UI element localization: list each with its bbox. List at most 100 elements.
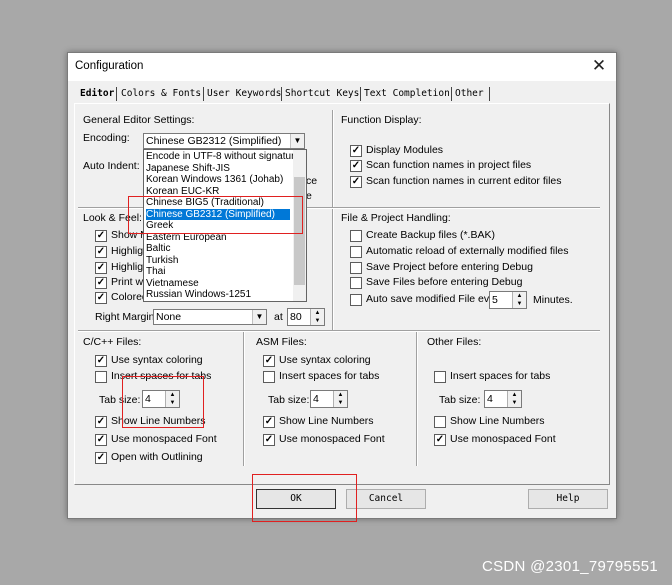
other-line-numbers-checkbox[interactable]: [434, 416, 446, 428]
auto-reload-checkbox[interactable]: [350, 246, 362, 258]
auto-save-label: Auto save modified File every: [366, 293, 504, 305]
encoding-option[interactable]: Russian Windows-1251: [146, 289, 290, 301]
asm-spaces-checkbox[interactable]: [263, 371, 275, 383]
create-backup-label: Create Backup files (*.BAK): [366, 229, 495, 241]
look-feel-checkbox[interactable]: [95, 262, 107, 274]
tab-other[interactable]: Other: [453, 86, 486, 102]
dialog-title: Configuration: [75, 60, 144, 72]
auto-save-spinner[interactable]: 5 ▲ ▼: [489, 291, 527, 309]
encoding-option[interactable]: Japanese Shift-JIS: [146, 163, 290, 175]
cpp-outlining-checkbox[interactable]: [95, 452, 107, 464]
cpp-mono-checkbox[interactable]: [95, 434, 107, 446]
asm-line-numbers-label: Show Line Numbers: [279, 415, 374, 427]
scan-project-label: Scan function names in project files: [366, 159, 532, 171]
asm-tab-size-label: Tab size:: [268, 394, 310, 406]
spinner-buttons[interactable]: ▲ ▼: [512, 292, 526, 308]
asm-syntax-label: Use syntax coloring: [279, 354, 371, 366]
divider: [78, 330, 600, 332]
auto-indent-label: Auto Indent:: [83, 160, 140, 172]
asm-files-heading: ASM Files:: [256, 336, 307, 348]
function-display-heading: Function Display:: [341, 114, 422, 126]
right-margin-select[interactable]: None ▼: [153, 309, 267, 325]
divider: [332, 110, 334, 330]
minutes-label: Minutes.: [533, 294, 573, 306]
look-feel-checkbox[interactable]: [95, 277, 107, 289]
cpp-files-heading: C/C++ Files:: [83, 336, 142, 348]
auto-save-checkbox[interactable]: [350, 294, 362, 306]
encoding-option[interactable]: Turkish: [146, 255, 290, 267]
save-files-label: Save Files before entering Debug: [366, 276, 523, 288]
encoding-option[interactable]: Baltic: [146, 243, 290, 255]
tab-text-completion[interactable]: Text Completion: [362, 86, 452, 102]
spinner-buttons[interactable]: ▲ ▼: [310, 309, 324, 325]
spinner-buttons[interactable]: ▲ ▼: [507, 391, 521, 407]
asm-mono-label: Use monospaced Font: [279, 433, 385, 445]
scan-editor-label: Scan function names in current editor fi…: [366, 175, 562, 187]
encoding-option[interactable]: Korean Windows 1361 (Johab): [146, 174, 290, 186]
save-files-checkbox[interactable]: [350, 277, 362, 289]
asm-line-numbers-checkbox[interactable]: [263, 416, 275, 428]
tab-colors-fonts[interactable]: Colors & Fonts: [119, 86, 203, 102]
encoding-option[interactable]: Thai: [146, 266, 290, 278]
asm-spaces-label: Insert spaces for tabs: [279, 370, 380, 382]
cpp-outlining-label: Open with Outlining: [111, 451, 203, 463]
margin-column-value[interactable]: 80: [290, 310, 302, 324]
down-arrow-icon[interactable]: ▼: [513, 300, 526, 308]
spinner-buttons[interactable]: ▲ ▼: [333, 391, 347, 407]
encoding-select[interactable]: Chinese GB2312 (Simplified) ▼: [143, 133, 305, 149]
cpp-spaces-checkbox[interactable]: [95, 371, 107, 383]
create-backup-checkbox[interactable]: [350, 230, 362, 242]
encoding-option[interactable]: Encode in UTF-8 without signature: [146, 151, 300, 163]
help-button[interactable]: Help: [528, 489, 608, 509]
encoding-option[interactable]: Vietnamese: [146, 278, 290, 290]
cpp-line-numbers-checkbox[interactable]: [95, 416, 107, 428]
right-margin-label: Right Margin:: [95, 311, 158, 323]
obscured-text: ce: [306, 175, 318, 187]
project-handling-heading: File & Project Handling:: [341, 212, 451, 224]
tab-separator: [281, 87, 282, 101]
other-files-heading: Other Files:: [427, 336, 482, 348]
down-arrow-icon[interactable]: ▼: [334, 399, 347, 407]
scan-editor-checkbox[interactable]: [350, 176, 362, 188]
tab-user-keywords[interactable]: User Keywords: [205, 86, 283, 102]
other-spaces-checkbox[interactable]: [434, 371, 446, 383]
annotation-box: [252, 474, 357, 522]
tab-editor[interactable]: Editor: [78, 86, 116, 102]
save-project-checkbox[interactable]: [350, 262, 362, 274]
down-arrow-icon[interactable]: ▼: [311, 317, 324, 325]
chevron-down-icon[interactable]: ▼: [252, 310, 266, 324]
tab-shortcut-keys[interactable]: Shortcut Keys: [283, 86, 361, 102]
tab-separator: [360, 87, 361, 101]
cancel-button[interactable]: Cancel: [346, 489, 426, 509]
asm-mono-checkbox[interactable]: [263, 434, 275, 446]
other-mono-label: Use monospaced Font: [450, 433, 556, 445]
asm-tab-size-spinner[interactable]: 4 ▲ ▼: [310, 390, 348, 408]
up-arrow-icon[interactable]: ▲: [513, 292, 526, 300]
scan-project-checkbox[interactable]: [350, 160, 362, 172]
annotation-box: [128, 196, 303, 234]
up-arrow-icon[interactable]: ▲: [508, 391, 521, 399]
other-tab-size-label: Tab size:: [439, 394, 481, 406]
asm-syntax-checkbox[interactable]: [263, 355, 275, 367]
display-modules-label: Display Modules: [366, 144, 444, 156]
tab-separator: [116, 87, 117, 101]
auto-save-value[interactable]: 5: [492, 293, 498, 307]
look-feel-checkbox[interactable]: [95, 246, 107, 258]
other-tab-size-value[interactable]: 4: [487, 392, 493, 406]
cpp-syntax-checkbox[interactable]: [95, 355, 107, 367]
up-arrow-icon[interactable]: ▲: [334, 391, 347, 399]
other-tab-size-spinner[interactable]: 4 ▲ ▼: [484, 390, 522, 408]
look-feel-checkbox[interactable]: [95, 292, 107, 304]
margin-column-spinner[interactable]: 80 ▲ ▼: [287, 308, 325, 326]
up-arrow-icon[interactable]: ▲: [311, 309, 324, 317]
down-arrow-icon[interactable]: ▼: [508, 399, 521, 407]
other-spaces-label: Insert spaces for tabs: [450, 370, 551, 382]
title-bar: Configuration ✕: [68, 53, 616, 81]
display-modules-checkbox[interactable]: [350, 145, 362, 157]
look-feel-checkbox[interactable]: [95, 230, 107, 242]
asm-tab-size-value[interactable]: 4: [313, 392, 319, 406]
tab-separator: [489, 87, 490, 101]
chevron-down-icon[interactable]: ▼: [290, 134, 304, 148]
close-icon[interactable]: ✕: [588, 55, 610, 77]
other-mono-checkbox[interactable]: [434, 434, 446, 446]
